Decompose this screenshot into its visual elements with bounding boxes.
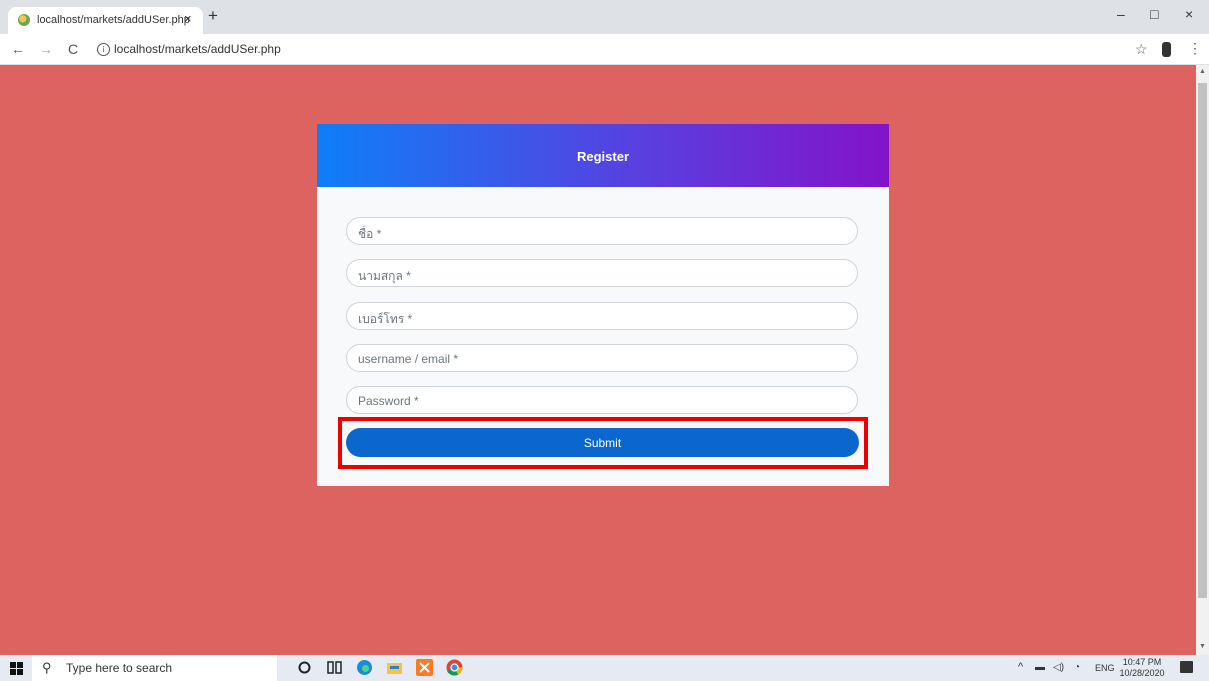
taskbar-clock[interactable]: 10:47 PM 10/28/2020 xyxy=(1117,657,1167,679)
scrollbar-thumb[interactable] xyxy=(1198,83,1207,598)
search-icon: ⚲ xyxy=(42,660,52,675)
taskbar-search-box[interactable]: ⚲ Type here to search xyxy=(32,655,277,681)
favicon-icon xyxy=(18,14,30,26)
task-view-icon[interactable] xyxy=(326,659,343,676)
password-placeholder: Password * xyxy=(358,394,419,408)
chrome-icon[interactable] xyxy=(446,659,463,676)
phone-field[interactable]: เบอร์โทร * xyxy=(346,302,858,330)
forward-button[interactable]: → xyxy=(39,41,53,57)
scroll-down-icon[interactable]: ▼ xyxy=(1199,643,1206,650)
username-email-field[interactable]: username / email * xyxy=(346,344,858,372)
url-input[interactable]: localhost/markets/addUSer.php xyxy=(114,42,281,56)
tab-title: localhost/markets/addUSer.php xyxy=(37,14,190,26)
clock-date: 10/28/2020 xyxy=(1119,668,1165,678)
tray-chevron-icon[interactable]: ^ xyxy=(1018,661,1023,673)
reload-button[interactable]: C xyxy=(68,41,78,57)
battery-icon[interactable]: ▬ xyxy=(1035,662,1045,673)
address-bar: ← → C i localhost/markets/addUSer.php ☆ … xyxy=(0,34,1209,65)
minimize-button[interactable]: – xyxy=(1117,6,1125,22)
password-field[interactable]: Password * xyxy=(346,386,858,414)
cortana-icon[interactable] xyxy=(296,659,313,676)
language-indicator[interactable]: ENG xyxy=(1095,663,1115,673)
clock-time: 10:47 PM xyxy=(1122,657,1162,667)
phone-placeholder: เบอร์โทร * xyxy=(358,312,413,326)
browser-tab-strip: localhost/markets/addUSer.php × + – □ × xyxy=(0,0,1209,34)
close-window-button[interactable]: × xyxy=(1185,6,1193,22)
back-button[interactable]: ← xyxy=(11,41,25,57)
first-name-placeholder: ชื่อ * xyxy=(358,227,382,241)
vertical-scrollbar[interactable]: ▲ ▼ xyxy=(1196,65,1209,655)
last-name-placeholder: นามสกุล * xyxy=(358,269,411,283)
bookmark-star-icon[interactable]: ☆ xyxy=(1135,41,1148,58)
volume-icon[interactable]: ◁) xyxy=(1053,662,1064,673)
maximize-button[interactable]: □ xyxy=(1150,6,1158,22)
wifi-icon[interactable]: ◔ xyxy=(1074,662,1080,673)
card-title: Register xyxy=(576,149,630,164)
windows-start-icon[interactable] xyxy=(10,662,23,675)
file-explorer-icon[interactable] xyxy=(386,659,403,676)
notification-icon[interactable] xyxy=(1180,661,1193,673)
scroll-up-icon[interactable]: ▲ xyxy=(1199,68,1206,75)
info-icon[interactable]: i xyxy=(97,43,110,56)
xampp-icon[interactable] xyxy=(416,659,433,676)
extension-icon[interactable] xyxy=(1162,42,1171,57)
card-header: Register xyxy=(317,124,889,187)
username-email-placeholder: username / email * xyxy=(358,352,459,366)
last-name-field[interactable]: นามสกุล * xyxy=(346,259,858,287)
browser-menu-button[interactable]: ⋮ xyxy=(1188,40,1202,57)
first-name-field[interactable]: ชื่อ * xyxy=(346,217,858,245)
new-tab-button[interactable]: + xyxy=(208,6,218,26)
tab-close-icon[interactable]: × xyxy=(184,11,192,26)
search-placeholder: Type here to search xyxy=(66,661,173,675)
browser-tab[interactable]: localhost/markets/addUSer.php × xyxy=(8,7,203,34)
taskbar: ⚲ Type here to search ^ ▬ ◁) ◔ ENG 10:47… xyxy=(0,655,1209,681)
edge-icon[interactable] xyxy=(356,659,373,676)
highlight-box xyxy=(338,417,868,469)
